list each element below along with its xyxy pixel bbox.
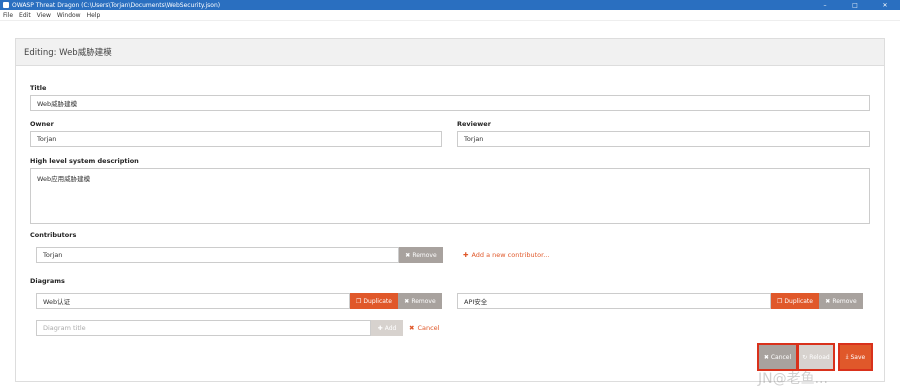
menu-help[interactable]: Help — [84, 12, 104, 19]
remove-icon: ✖ — [404, 297, 410, 305]
owner-label: Owner — [30, 120, 54, 128]
duplicate-label: Duplicate — [363, 297, 392, 305]
app-icon — [3, 2, 9, 8]
remove-diagram-button[interactable]: ✖ Remove — [819, 293, 863, 309]
add-diagram-button[interactable]: ✚ Add — [371, 320, 403, 336]
save-label: Save — [850, 353, 866, 361]
menu-window[interactable]: Window — [54, 12, 84, 19]
duplicate-label: Duplicate — [784, 297, 813, 305]
diagrams-label: Diagrams — [30, 277, 65, 285]
add-contributor-label: Add a new contributor... — [471, 251, 550, 259]
cancel-icon: ✖ — [409, 324, 415, 332]
diagram-title-input[interactable]: Web认证 — [36, 293, 350, 309]
duplicate-diagram-button[interactable]: ❐ Duplicate — [771, 293, 819, 309]
owner-input[interactable]: Torjan — [30, 131, 442, 147]
cancel-button[interactable]: ✖ Cancel — [757, 343, 798, 371]
reviewer-input[interactable]: Torjan — [457, 131, 870, 147]
cancel-label: Cancel — [770, 353, 792, 361]
description-textarea[interactable]: Web应用威胁建模 — [30, 168, 870, 224]
remove-diagram-label: Remove — [411, 297, 436, 305]
copy-icon: ❐ — [777, 297, 783, 305]
close-button[interactable]: ✕ — [870, 0, 900, 10]
diagram-title-input[interactable]: API安全 — [457, 293, 771, 309]
description-label: High level system description — [30, 157, 139, 165]
window-title: OWASP Threat Dragon (C:\Users\Torjan\Doc… — [12, 1, 221, 9]
cancel-icon: ✖ — [763, 353, 769, 361]
remove-contributor-label: Remove — [412, 251, 437, 259]
add-contributor-link[interactable]: ✚ Add a new contributor... — [463, 251, 549, 259]
cancel-new-diagram-link[interactable]: ✖ Cancel — [409, 324, 439, 332]
remove-icon: ✖ — [405, 251, 411, 259]
title-input[interactable]: Web威胁建模 — [30, 95, 870, 111]
save-icon: ⤓ — [845, 353, 849, 360]
menu-view[interactable]: View — [34, 12, 54, 19]
reviewer-label: Reviewer — [457, 120, 491, 128]
new-diagram-title-input[interactable]: Diagram title — [36, 320, 371, 336]
reload-button[interactable]: ↻ Reload — [797, 343, 835, 371]
contributor-input[interactable]: Torjan — [36, 247, 399, 263]
duplicate-diagram-button[interactable]: ❐ Duplicate — [350, 293, 398, 309]
copy-icon: ❐ — [356, 297, 362, 305]
remove-diagram-label: Remove — [832, 297, 857, 305]
maximize-button[interactable]: □ — [840, 0, 870, 10]
menu-edit[interactable]: Edit — [16, 12, 34, 19]
cancel-new-diagram-label: Cancel — [417, 324, 440, 332]
plus-icon: ✚ — [377, 324, 383, 332]
reload-label: Reload — [809, 353, 830, 361]
title-label: Title — [30, 84, 47, 92]
menu-file[interactable]: File — [0, 12, 16, 19]
contributors-label: Contributors — [30, 231, 77, 239]
reload-icon: ↻ — [802, 353, 808, 361]
save-button[interactable]: ⤓ Save — [838, 343, 873, 371]
watermark: JN@老鱼... — [758, 371, 828, 387]
remove-icon: ✖ — [825, 297, 831, 305]
window-titlebar: OWASP Threat Dragon (C:\Users\Torjan\Doc… — [0, 0, 900, 10]
panel-heading: Editing: Web威胁建模 — [16, 39, 884, 66]
add-diagram-label: Add — [384, 324, 397, 332]
menu-bar: File Edit View Window Help — [0, 10, 900, 21]
minimize-button[interactable]: – — [810, 0, 840, 10]
remove-diagram-button[interactable]: ✖ Remove — [398, 293, 442, 309]
window-controls: – □ ✕ — [810, 0, 900, 10]
plus-icon: ✚ — [463, 251, 469, 259]
remove-contributor-button[interactable]: ✖ Remove — [399, 247, 443, 263]
